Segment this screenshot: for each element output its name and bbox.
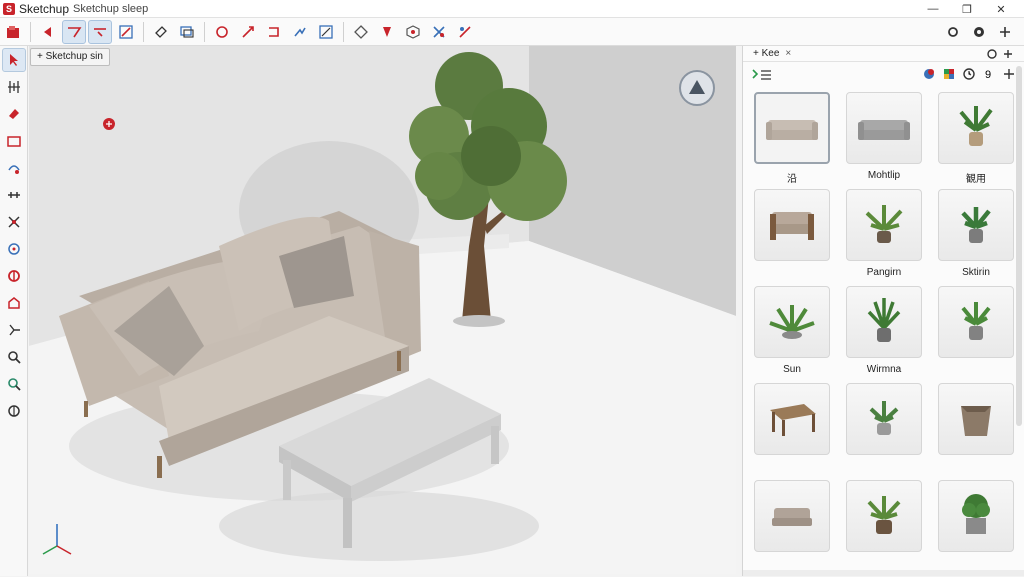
add-icon[interactable] <box>993 20 1017 44</box>
select-arrow-icon[interactable] <box>2 48 26 72</box>
left-toolbar <box>0 46 28 576</box>
settings-icon[interactable] <box>941 20 965 44</box>
arc-tool-icon[interactable] <box>2 156 26 180</box>
panel-add-icon[interactable] <box>1002 48 1014 63</box>
app-logo-icon: S <box>3 2 15 15</box>
offset-tool-icon[interactable] <box>2 291 26 315</box>
panel-scrollbar[interactable] <box>1016 66 1022 426</box>
component-item[interactable] <box>937 286 1015 383</box>
scene-canvas <box>29 46 736 574</box>
panel-view-toggle-icon[interactable] <box>751 67 773 85</box>
plant-pot-thumbnail <box>938 92 1014 164</box>
paint-tool-icon[interactable] <box>114 20 138 44</box>
app-name: Sketchup <box>19 1 70 16</box>
component-item[interactable] <box>937 480 1015 577</box>
wood-table-thumbnail <box>754 383 830 455</box>
styles-icon[interactable] <box>453 20 477 44</box>
component-item[interactable]: 観用 <box>937 92 1015 189</box>
zoom-tool-icon[interactable] <box>2 345 26 369</box>
tape-measure-icon[interactable] <box>2 318 26 342</box>
component-item[interactable]: Pangirn <box>845 189 923 286</box>
panel-info-icon[interactable]: 9 <box>982 67 996 86</box>
component-item[interactable] <box>937 383 1015 480</box>
panel-color-icon[interactable] <box>922 67 936 86</box>
close-button[interactable]: ✕ <box>984 3 1018 16</box>
document-name: Sketchup sleep <box>73 2 149 15</box>
select-tool-icon[interactable] <box>62 19 86 44</box>
components-panel: + Kee × 9 沿 Mohtlip 観用 Pangirn Sktirin S… <box>742 46 1024 576</box>
panel-plus-icon[interactable] <box>1002 67 1016 86</box>
panel-home-icon[interactable] <box>986 48 998 63</box>
low-chair-thumbnail <box>754 480 830 552</box>
main-toolbar <box>0 18 1024 46</box>
component-item[interactable] <box>753 383 831 480</box>
fern-plant-thumbnail <box>846 189 922 261</box>
sofa-gray-thumbnail <box>846 92 922 164</box>
components-grid: 沿 Mohtlip 観用 Pangirn Sktirin Sun Wirmna <box>753 92 1015 577</box>
view-cube-icon[interactable] <box>679 70 715 106</box>
svg-text:9: 9 <box>985 69 991 81</box>
tool-tooltip: + Sketchup sin <box>30 48 110 66</box>
tab-label: + Kee <box>753 48 780 59</box>
component-item[interactable]: Mohtlip <box>845 92 923 189</box>
bush-plant-thumbnail <box>846 480 922 552</box>
succulent-thumbnail <box>846 383 922 455</box>
zoom-window-icon[interactable] <box>2 372 26 396</box>
agave-plant-thumbnail <box>754 286 830 358</box>
panel-history-icon[interactable] <box>962 67 976 86</box>
move-icon[interactable] <box>236 20 260 44</box>
move-tool-icon[interactable] <box>2 210 26 234</box>
component-item[interactable]: 沿 <box>753 92 831 189</box>
cube-planter-thumbnail <box>938 480 1014 552</box>
maximize-button[interactable]: ❐ <box>950 3 984 16</box>
minimize-button[interactable]: — <box>916 3 950 15</box>
component-item[interactable] <box>753 189 831 286</box>
component-item[interactable] <box>753 480 831 577</box>
components-icon[interactable] <box>427 20 451 44</box>
component-item[interactable] <box>845 383 923 480</box>
potted-plant-thumbnail <box>938 286 1014 358</box>
component-item[interactable]: Sktirin <box>937 189 1015 286</box>
eraser-tool-icon[interactable] <box>2 102 26 126</box>
3d-viewport[interactable] <box>29 46 736 574</box>
planter-box-thumbnail <box>938 383 1014 455</box>
pan-icon[interactable] <box>375 20 399 44</box>
rotate-tool-icon[interactable] <box>2 237 26 261</box>
component-item[interactable]: Sun <box>753 286 831 383</box>
open-file-icon[interactable] <box>1 20 25 44</box>
small-plant-thumbnail <box>938 189 1014 261</box>
section-icon[interactable] <box>314 20 338 44</box>
title-bar: S Sketchup Sketchup sleep — ❐ ✕ <box>0 0 1024 18</box>
tab-components[interactable]: + Kee × <box>749 48 795 59</box>
tall-plant-thumbnail <box>846 286 922 358</box>
component-item[interactable]: Wirmna <box>845 286 923 383</box>
eraser-icon[interactable] <box>149 20 173 44</box>
zoom-extents-icon[interactable] <box>401 20 425 44</box>
panel-palette-icon[interactable] <box>942 67 956 86</box>
push-pull-icon[interactable] <box>210 20 234 44</box>
refresh-icon[interactable] <box>967 20 991 44</box>
orbit-icon[interactable] <box>349 20 373 44</box>
line-tool-icon[interactable] <box>2 75 26 99</box>
scale-icon[interactable] <box>288 20 312 44</box>
panel-bottom-bar <box>743 570 1024 576</box>
scale-tool-icon[interactable] <box>2 264 26 288</box>
rotate-icon[interactable] <box>262 20 286 44</box>
back-arrow-icon[interactable] <box>36 20 60 44</box>
layers-icon[interactable] <box>175 20 199 44</box>
orbit-tool-icon[interactable] <box>2 399 26 423</box>
component-item[interactable] <box>845 480 923 577</box>
sofa-beige-thumbnail <box>754 92 830 164</box>
draw-tool-icon[interactable] <box>88 19 112 44</box>
push-pull-tool-icon[interactable] <box>2 183 26 207</box>
rectangle-tool-icon[interactable] <box>2 129 26 153</box>
armchair-thumbnail <box>754 189 830 261</box>
tab-close-icon[interactable]: × <box>785 48 791 59</box>
